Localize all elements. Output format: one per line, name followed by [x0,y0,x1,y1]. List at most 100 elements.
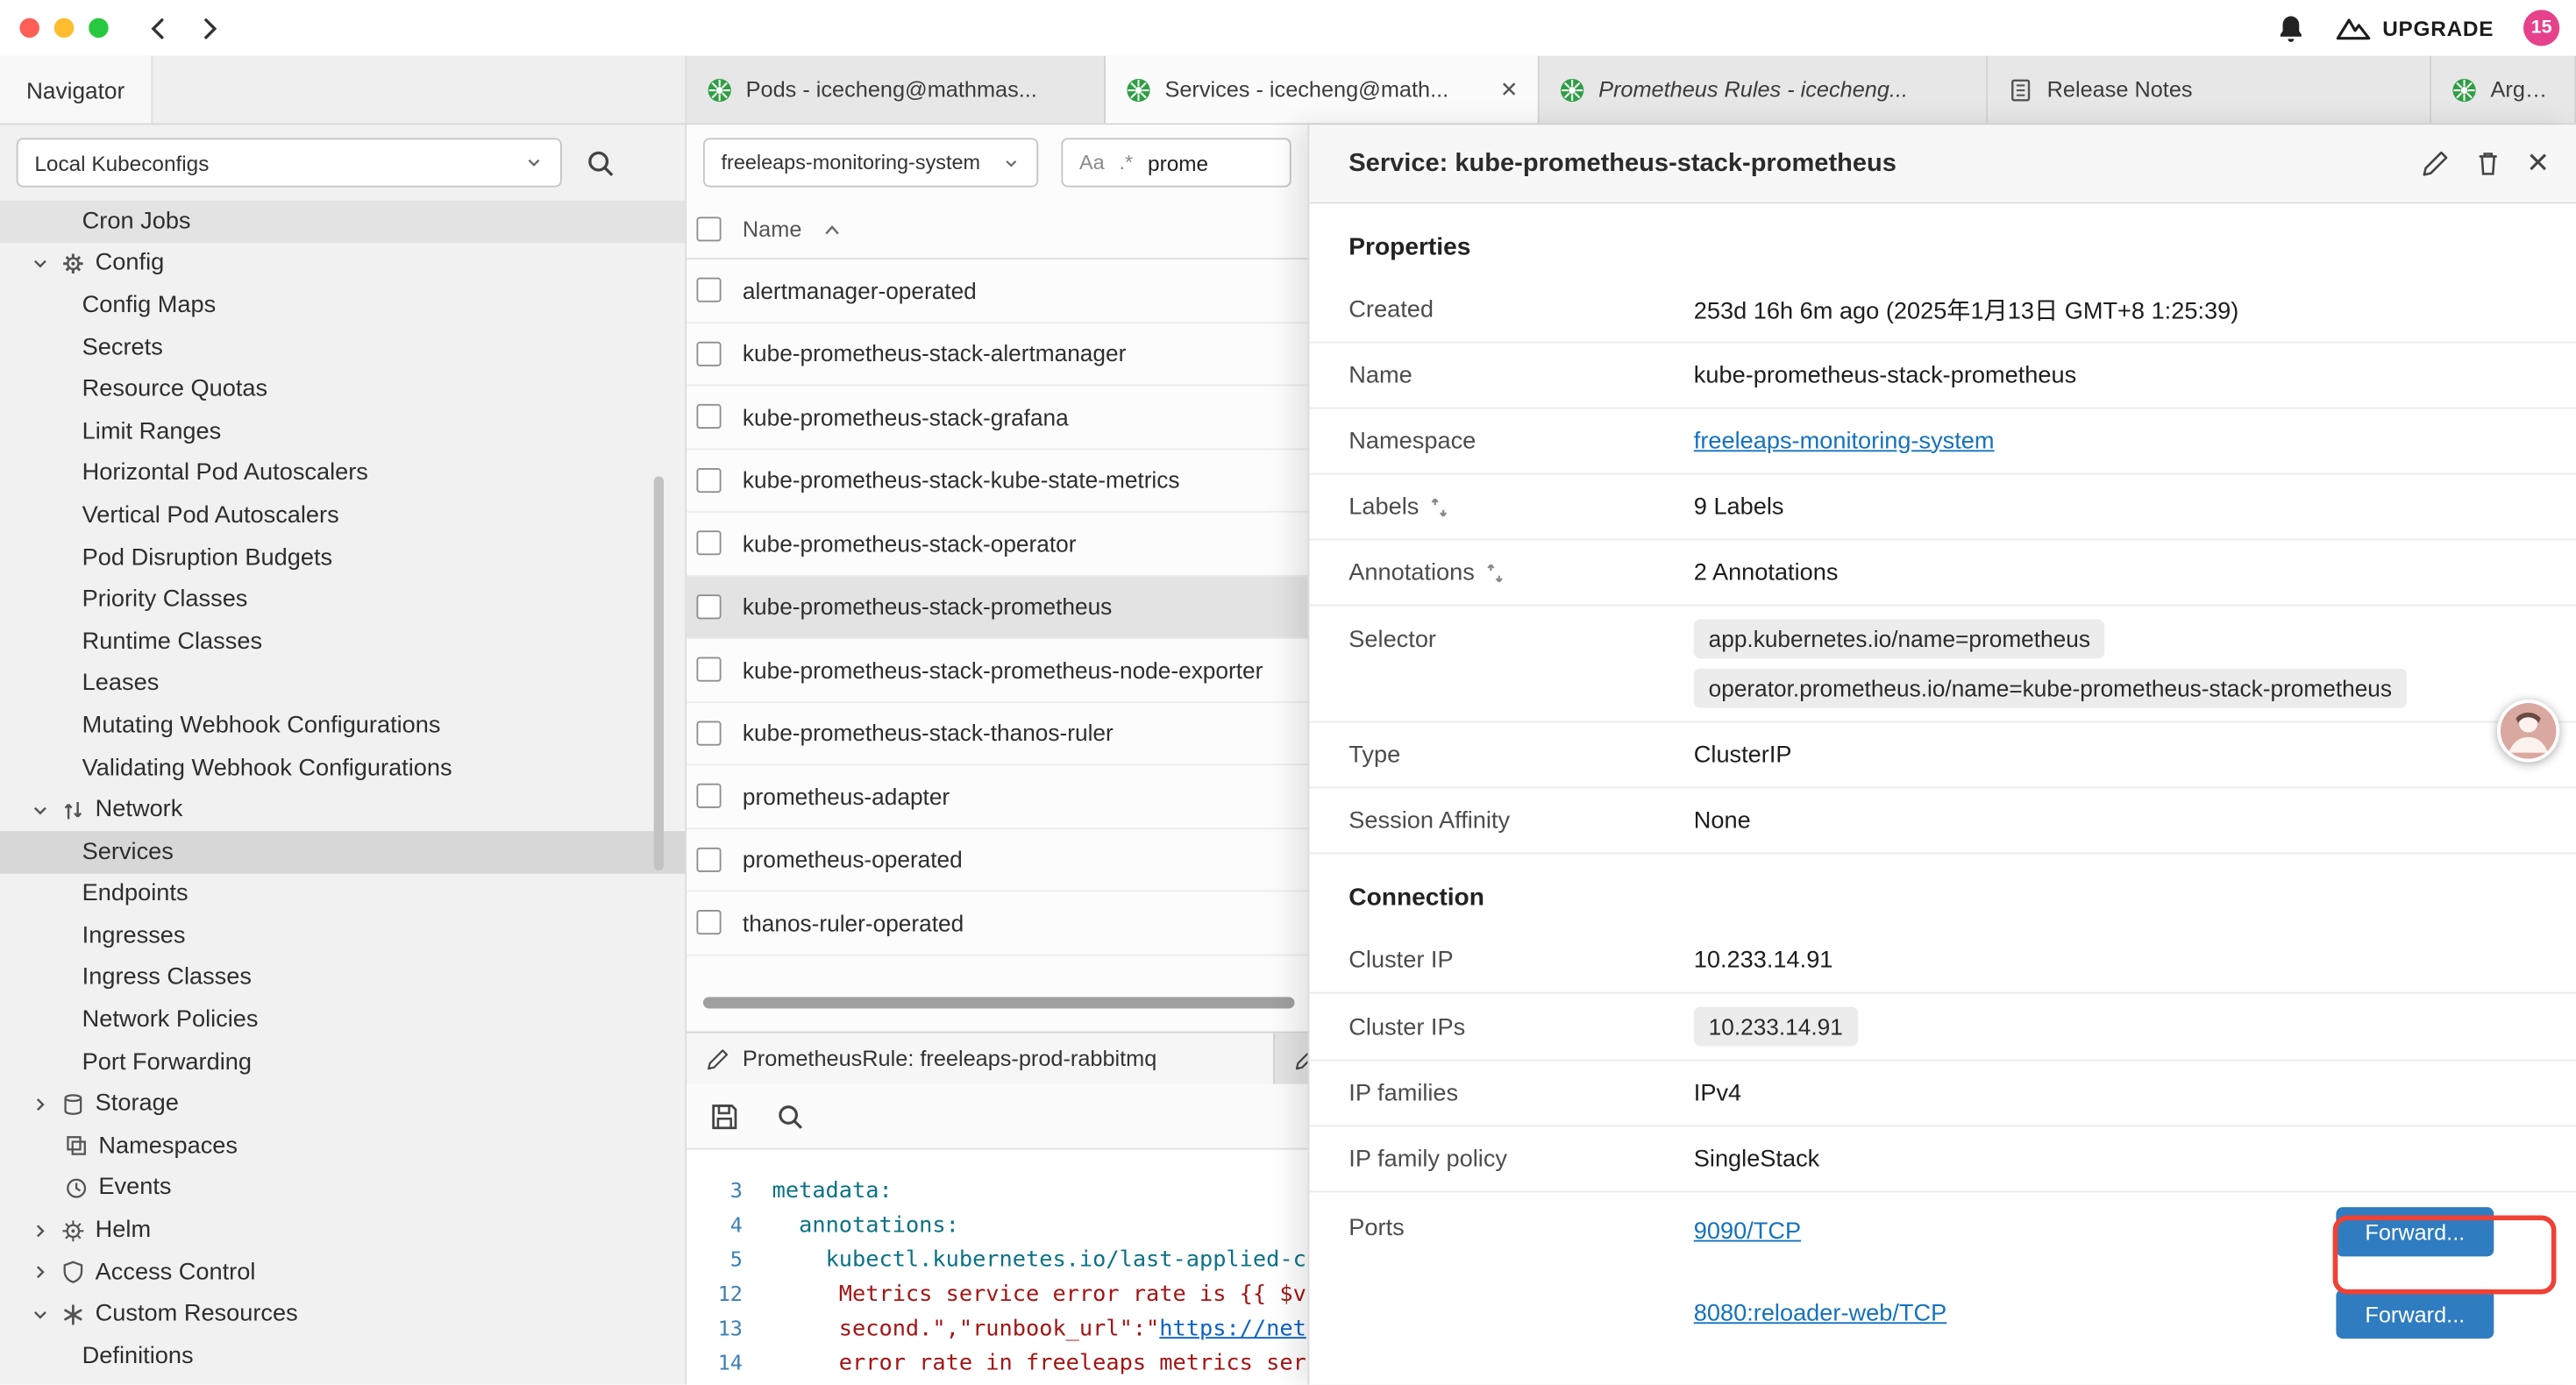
sidebar-item-ingress-classes[interactable]: Ingress Classes [0,957,685,999]
tab-argo-se[interactable]: Argo Se [2431,56,2576,124]
table-row-kube-prometheus-stack-thanos-ruler[interactable]: kube-prometheus-stack-thanos-ruler [687,702,1307,765]
row-checkbox[interactable] [696,721,721,745]
table-row-kube-prometheus-stack-operator[interactable]: kube-prometheus-stack-operator [687,513,1307,576]
close-window-button[interactable] [19,18,39,38]
row-checkbox[interactable] [696,468,721,493]
edit-icon[interactable] [2421,150,2449,178]
sidebar-item-ingresses[interactable]: Ingresses [0,915,685,957]
table-row-kube-prometheus-stack-alertmanager[interactable]: kube-prometheus-stack-alertmanager [687,323,1307,386]
dock-tab-1[interactable] [1275,1033,1307,1084]
notification-count-badge[interactable]: 15 [2523,10,2559,46]
sidebar-item-mutating-webhook-configurations[interactable]: Mutating Webhook Configurations [0,705,685,747]
sidebar-item-port-forwarding[interactable]: Port Forwarding [0,1041,685,1083]
yaml-editor[interactable]: 3metadata:4 annotations:5 kubectl.kubern… [687,1150,1307,1385]
upgrade-label: UPGRADE [2382,16,2494,40]
row-checkbox[interactable] [696,278,721,302]
sidebar-item-leases[interactable]: Leases [0,663,685,705]
row-checkbox[interactable] [696,657,721,682]
sidebar-item-limit-ranges[interactable]: Limit Ranges [0,410,685,452]
table-row-kube-prometheus-stack-grafana[interactable]: kube-prometheus-stack-grafana [687,386,1307,449]
table-row-prometheus-operated[interactable]: prometheus-operated [687,828,1307,891]
sidebar-item-secrets[interactable]: Secrets [0,326,685,368]
sidebar-item-custom-resources[interactable]: Custom Resources [0,1293,685,1335]
save-icon[interactable] [709,1101,739,1131]
sidebar-item-network-policies[interactable]: Network Policies [0,999,685,1041]
sidebar-item-pod-disruption-budgets[interactable]: Pod Disruption Budgets [0,536,685,579]
tab-pods-icecheng-mathmas[interactable]: Pods - icecheng@mathmas... [687,56,1106,124]
maximize-window-button[interactable] [89,18,108,38]
table-row-kube-prometheus-stack-prometheus-node-exporter[interactable]: kube-prometheus-stack-prometheus-node-ex… [687,639,1307,702]
row-checkbox[interactable] [696,847,721,871]
forward-button[interactable]: Forward... [2336,1207,2494,1256]
drawer-row-selector: Selectorapp.kubernetes.io/name=prometheu… [1309,606,2576,722]
horizontal-scrollbar[interactable] [703,997,1295,1008]
sidebar-item-cron-jobs[interactable]: Cron Jobs [0,201,685,243]
code-line: 12 Metrics service error rate is {{ $va [687,1276,1307,1310]
row-checkbox[interactable] [696,341,721,366]
row-checkbox[interactable] [696,784,721,808]
tab-services-icecheng-math[interactable]: Services - icecheng@math...✕ [1106,56,1540,124]
trash-icon[interactable] [2473,150,2501,178]
row-checkbox[interactable] [696,531,721,556]
sidebar-item-priority-classes[interactable]: Priority Classes [0,579,685,621]
tab-release-notes[interactable]: Release Notes [1988,56,2431,124]
close-tab-icon[interactable]: ✕ [1493,76,1518,103]
code-line: 5 kubectl.kubernetes.io/last-applied-co [687,1242,1307,1276]
sidebar-item-storage[interactable]: Storage [0,1083,685,1126]
tab-prometheus-rules-icecheng[interactable]: Prometheus Rules - icecheng... [1540,56,1989,124]
match-case-toggle[interactable]: Aa [1079,151,1105,174]
assistant-avatar[interactable] [2497,700,2559,762]
upgrade-button[interactable]: UPGRADE [2337,15,2494,41]
row-checkbox[interactable] [696,910,721,934]
table-row-prometheus-adapter[interactable]: prometheus-adapter [687,765,1307,828]
sidebar-item-validating-webhook-configurations[interactable]: Validating Webhook Configurations [0,747,685,789]
back-icon[interactable] [145,14,173,42]
sidebar-item-access-control[interactable]: Access Control [0,1251,685,1293]
kubeconfig-selector[interactable]: Local Kubeconfigs [17,138,562,187]
sidebar-search-icon[interactable] [585,147,616,179]
sidebar-item-config-maps[interactable]: Config Maps [0,285,685,327]
sidebar-item-namespaces[interactable]: Namespaces [0,1126,685,1168]
service-details-drawer: Service: kube-prometheus-stack-prometheu… [1307,124,2575,1384]
sidebar-item-runtime-classes[interactable]: Runtime Classes [0,621,685,663]
select-all-checkbox[interactable] [696,217,721,241]
sidebar-item-horizontal-pod-autoscalers[interactable]: Horizontal Pod Autoscalers [0,452,685,494]
sidebar-item-vertical-pod-autoscalers[interactable]: Vertical Pod Autoscalers [0,494,685,536]
sidebar-item-events[interactable]: Events [0,1168,685,1210]
table-row-kube-prometheus-stack-prometheus[interactable]: kube-prometheus-stack-prometheus [687,576,1307,639]
sort-updown-icon[interactable] [1484,561,1504,584]
forward-button[interactable]: Forward... [2336,1289,2494,1339]
table-row-thanos-ruler-operated[interactable]: thanos-ruler-operated [687,891,1307,955]
forward-icon[interactable] [196,14,224,42]
table-row-alertmanager-operated[interactable]: alertmanager-operated [687,259,1307,323]
navigator-zone: Navigator [0,56,687,124]
namespace-link[interactable]: freeleaps-monitoring-system [1694,428,1995,454]
namespace-filter-select[interactable]: freeleaps-monitoring-system [703,138,1038,187]
sidebar-item-config[interactable]: Config [0,243,685,285]
port-link[interactable]: 9090/TCP [1694,1218,1801,1245]
sidebar-scrollbar[interactable] [654,476,664,870]
editor-search-icon[interactable] [775,1101,805,1131]
dock-tab-0[interactable]: PrometheusRule: freeleaps-prod-rabbitmq [687,1033,1275,1084]
sort-asc-icon[interactable] [823,223,842,236]
search-input[interactable]: Aa .* prome [1061,138,1291,187]
minimize-window-button[interactable] [54,18,74,38]
sidebar-item-resource-quotas[interactable]: Resource Quotas [0,368,685,410]
sidebar-item-network[interactable]: Network [0,789,685,831]
sidebar-item-definitions[interactable]: Definitions [0,1335,685,1377]
kubernetes-icon [707,76,733,103]
sort-updown-icon[interactable] [1429,495,1448,518]
sidebar-item-helm[interactable]: Helm [0,1210,685,1252]
chevron-right-icon [30,1261,51,1282]
row-checkbox[interactable] [696,404,721,429]
sidebar-item-endpoints[interactable]: Endpoints [0,873,685,915]
name-column-header[interactable]: Name [743,217,801,241]
port-link[interactable]: 8080:reloader-web/TCP [1694,1301,1946,1327]
close-drawer-icon[interactable]: ✕ [2526,150,2550,178]
row-checkbox[interactable] [696,594,721,619]
drawer-row-cluster-ips: Cluster IPs10.233.14.91 [1309,994,2576,1062]
regex-toggle[interactable]: .* [1120,151,1134,174]
notification-bell-icon[interactable] [2275,12,2307,44]
table-row-kube-prometheus-stack-kube-state-metrics[interactable]: kube-prometheus-stack-kube-state-metrics [687,449,1307,512]
sidebar-item-services[interactable]: Services [0,831,685,873]
